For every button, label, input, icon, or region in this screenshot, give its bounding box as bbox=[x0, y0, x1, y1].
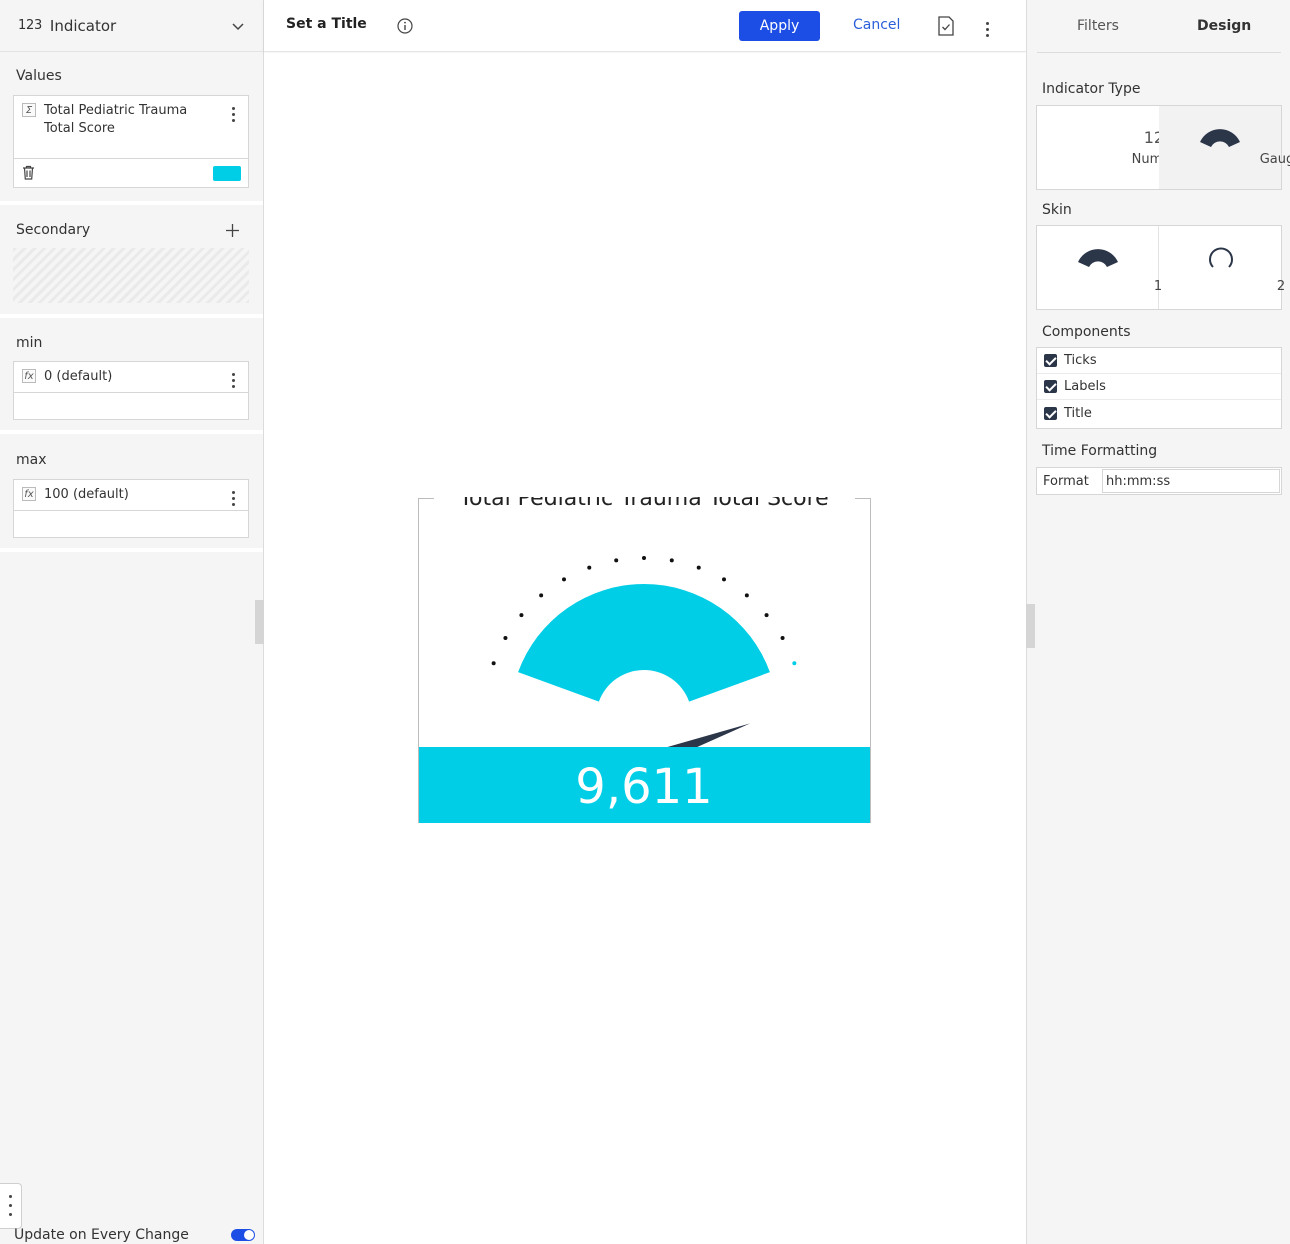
tab-filters[interactable]: Filters bbox=[1077, 18, 1119, 34]
gauge-label: Gauge bbox=[1259, 152, 1290, 167]
skin-option-1[interactable]: 1 bbox=[1037, 226, 1162, 309]
skin-option-2-label: 2 bbox=[1276, 279, 1286, 294]
color-swatch[interactable] bbox=[213, 166, 241, 181]
max-title: max bbox=[16, 452, 47, 468]
add-icon[interactable] bbox=[226, 224, 239, 237]
min-value: 0 (default) bbox=[44, 369, 113, 384]
trash-icon[interactable] bbox=[22, 165, 35, 180]
more-options-icon[interactable] bbox=[232, 373, 236, 388]
widget-canvas: Total Pediatric Trauma Total Score 0 100… bbox=[264, 53, 1026, 1244]
gauge-tick bbox=[491, 661, 496, 666]
gauge-skin-1-icon bbox=[1078, 249, 1118, 267]
indicator-type-gauge[interactable]: Gauge bbox=[1159, 106, 1290, 189]
top-bar: Set a Title Apply Cancel bbox=[264, 0, 1026, 52]
function-icon: fx bbox=[22, 487, 36, 501]
gauge-tick bbox=[587, 565, 592, 570]
gauge-chart: Total Pediatric Trauma Total Score 0 100… bbox=[418, 497, 871, 823]
cancel-button[interactable]: Cancel bbox=[853, 17, 900, 33]
max-value-card[interactable]: fx 100 (default) bbox=[13, 479, 249, 538]
gauge-tick bbox=[642, 556, 646, 560]
format-input[interactable] bbox=[1102, 469, 1280, 493]
gauge-tick bbox=[519, 613, 524, 618]
gauge-tick bbox=[669, 558, 674, 563]
min-title: min bbox=[16, 335, 43, 351]
format-label: Format bbox=[1043, 474, 1089, 489]
skin-option-2[interactable]: 2 bbox=[1159, 226, 1285, 309]
gauge-value: 9,611 bbox=[575, 759, 712, 815]
right-panel-collapse-handle[interactable] bbox=[1026, 604, 1035, 648]
checkbox-checked-icon[interactable] bbox=[1044, 380, 1057, 393]
skin-selector: 1 2 bbox=[1036, 225, 1285, 310]
indicator-type-icon: 123 bbox=[18, 18, 42, 33]
component-ticks-label: Ticks bbox=[1064, 353, 1097, 368]
component-labels-label: Labels bbox=[1064, 379, 1106, 394]
widget-type-label: Indicator bbox=[49, 16, 117, 35]
gauge-title: Total Pediatric Trauma Total Score bbox=[458, 497, 828, 511]
chevron-down-icon bbox=[232, 22, 244, 30]
value-item-label: Total Pediatric Trauma Total Score bbox=[44, 103, 188, 136]
gauge-widget: Total Pediatric Trauma Total Score 0 100… bbox=[418, 497, 871, 824]
gauge-band bbox=[518, 584, 770, 702]
values-section: Values Σ Total Pediatric Trauma Total Sc… bbox=[0, 53, 263, 205]
widget-title-input[interactable]: Set a Title bbox=[286, 16, 367, 32]
components-title: Components bbox=[1042, 324, 1131, 340]
max-value: 100 (default) bbox=[44, 487, 129, 502]
right-panel: Filters Design Indicator Type 123 Numeri… bbox=[1026, 0, 1290, 1244]
widget-type-selector[interactable]: 123 Indicator bbox=[0, 0, 263, 52]
component-title[interactable]: Title bbox=[1037, 400, 1281, 426]
min-value-card[interactable]: fx 0 (default) bbox=[13, 361, 249, 420]
gauge-tick bbox=[780, 636, 785, 640]
left-panel-collapse-handle[interactable] bbox=[255, 600, 264, 644]
indicator-type-selector: 123 Numeric Gauge bbox=[1036, 105, 1290, 190]
more-options-icon[interactable] bbox=[232, 107, 236, 122]
indicator-type-title: Indicator Type bbox=[1042, 81, 1141, 97]
time-formatting-title: Time Formatting bbox=[1042, 443, 1158, 459]
gauge-tick bbox=[696, 565, 701, 570]
more-options-icon[interactable] bbox=[986, 22, 990, 37]
update-every-change-toggle[interactable] bbox=[231, 1229, 255, 1241]
skin-title: Skin bbox=[1042, 202, 1072, 218]
component-ticks[interactable]: Ticks bbox=[1037, 348, 1281, 374]
component-labels[interactable]: Labels bbox=[1037, 374, 1281, 400]
indicator-type-numeric[interactable]: 123 Numeric bbox=[1037, 106, 1187, 189]
save-icon[interactable] bbox=[937, 16, 955, 36]
left-panel: 123 Indicator Values Σ Total Pediatric T… bbox=[0, 0, 264, 1244]
max-section: max fx 100 (default) bbox=[0, 434, 263, 552]
gauge-tick bbox=[539, 593, 544, 598]
value-item-card[interactable]: Σ Total Pediatric Trauma Total Score bbox=[13, 95, 249, 188]
checkbox-checked-icon[interactable] bbox=[1044, 354, 1057, 367]
apply-button[interactable]: Apply bbox=[739, 11, 820, 41]
update-every-change-label: Update on Every Change bbox=[14, 1227, 189, 1243]
tab-design[interactable]: Design bbox=[1197, 18, 1251, 34]
panel-tabs: Filters Design bbox=[1037, 0, 1281, 53]
gauge-tick bbox=[614, 558, 619, 563]
info-icon[interactable] bbox=[397, 18, 413, 34]
time-format-row: Format bbox=[1036, 467, 1282, 495]
gauge-skin-2-icon bbox=[1209, 247, 1233, 268]
checkbox-checked-icon[interactable] bbox=[1044, 406, 1057, 420]
values-title: Values bbox=[16, 68, 62, 84]
component-title-label: Title bbox=[1064, 405, 1092, 421]
components-list: Ticks Labels Title bbox=[1036, 347, 1282, 429]
gauge-tick bbox=[792, 661, 797, 666]
gauge-icon bbox=[1200, 129, 1240, 147]
secondary-title: Secondary bbox=[16, 222, 91, 238]
function-icon: fx bbox=[22, 369, 36, 383]
panel-drag-handle[interactable] bbox=[0, 1183, 22, 1229]
gauge-tick bbox=[764, 613, 769, 618]
gauge-tick bbox=[503, 636, 508, 640]
gauge-tick bbox=[722, 577, 726, 582]
gauge-tick bbox=[562, 577, 566, 582]
more-options-icon[interactable] bbox=[232, 491, 236, 506]
secondary-drop-zone[interactable] bbox=[13, 248, 249, 303]
sigma-icon: Σ bbox=[22, 103, 36, 117]
gauge-tick bbox=[744, 593, 749, 598]
secondary-section: Secondary bbox=[0, 205, 263, 318]
min-section: min fx 0 (default) bbox=[0, 318, 263, 434]
